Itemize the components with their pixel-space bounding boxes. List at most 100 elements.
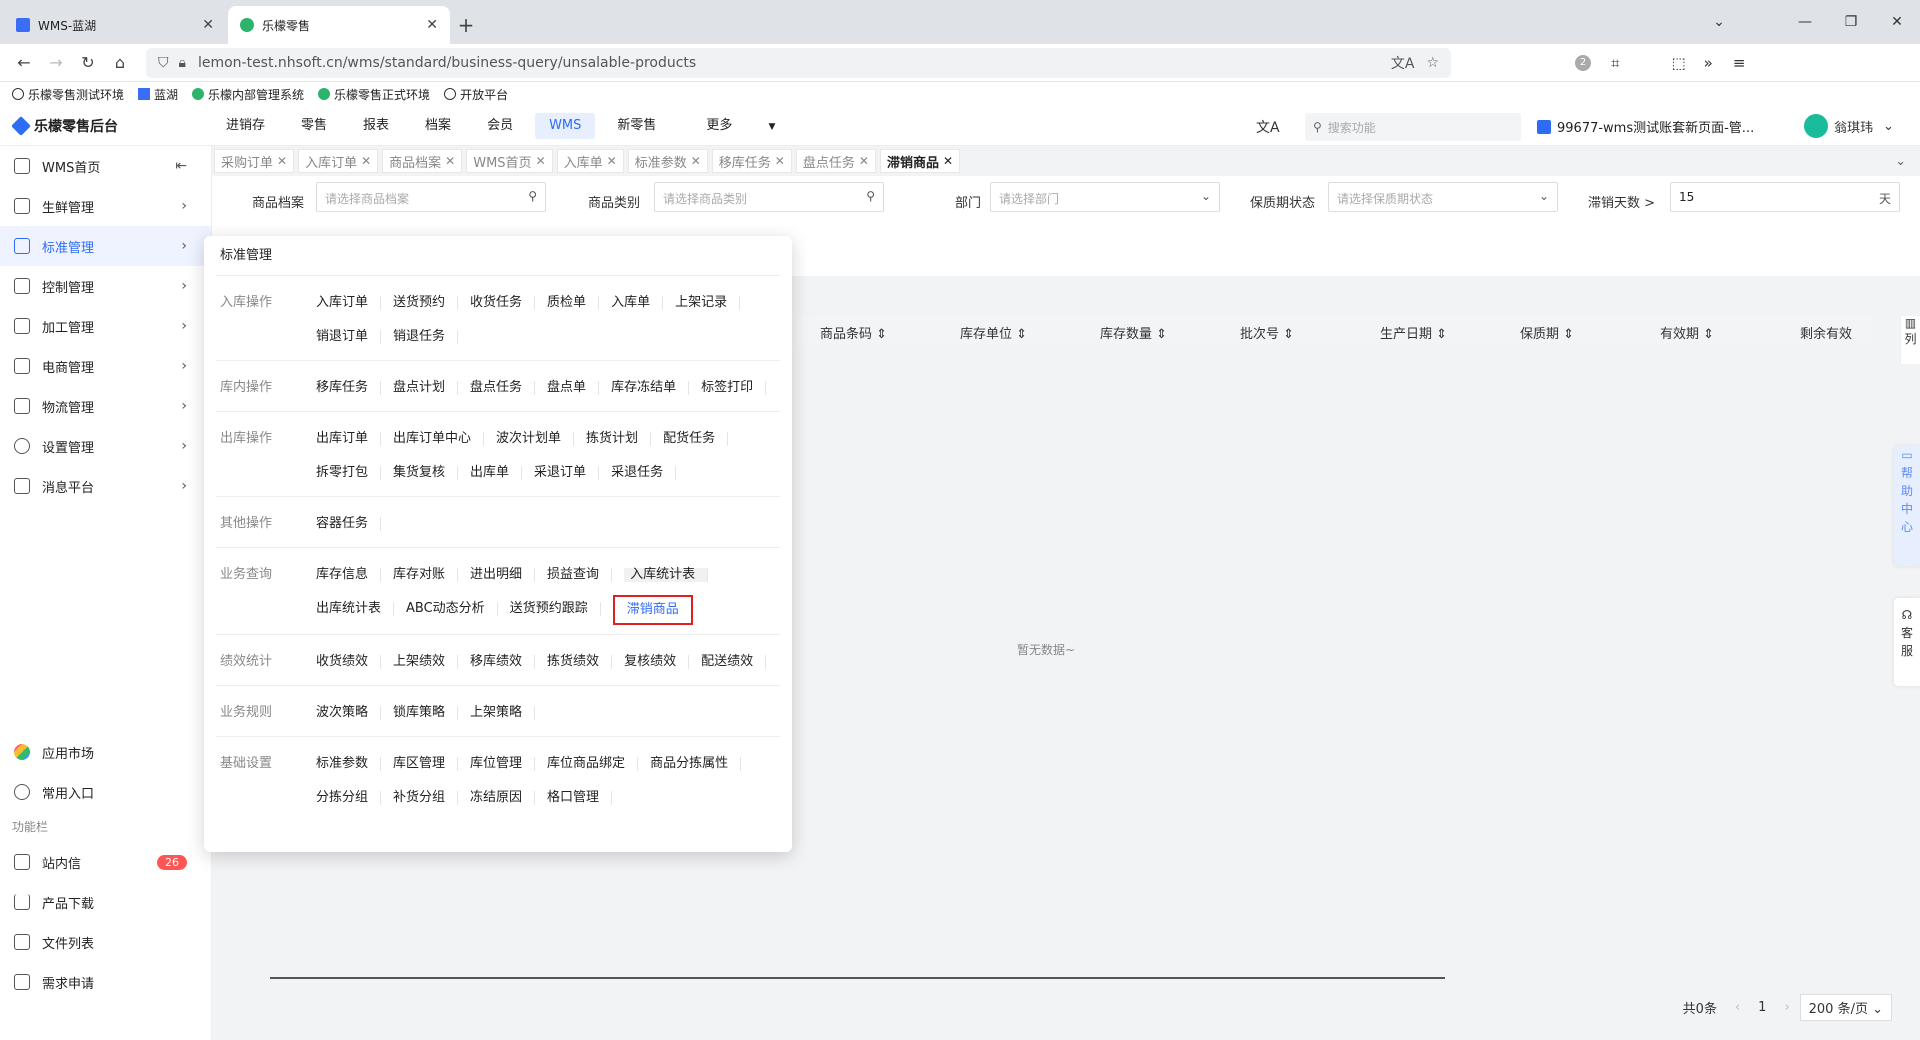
close-icon[interactable]: ✕ (536, 154, 546, 168)
menu-link[interactable]: 集货复核 (393, 466, 459, 480)
restore-icon[interactable]: ❐ (1828, 0, 1874, 44)
sidebar-item-favorites[interactable]: 常用入口 (0, 772, 211, 812)
page-tab[interactable]: 标准参数 ✕ (627, 149, 708, 173)
column-header[interactable]: 有效期 ⇕ (1660, 323, 1714, 342)
sidebar-item-process[interactable]: 加工管理 › (0, 306, 211, 346)
menu-link[interactable]: 格口管理 (547, 791, 613, 805)
menu-link[interactable]: 出库订单 (316, 432, 382, 446)
bookmark-item[interactable]: 乐檬零售正式环境 (318, 86, 430, 103)
page-tab[interactable]: 采购订单 ✕ (214, 149, 295, 173)
browser-menu-icon[interactable]: ≡ (1733, 54, 1746, 72)
close-icon[interactable]: ✕ (361, 154, 371, 168)
menu-link[interactable]: 复核绩效 (624, 655, 690, 669)
minimize-icon[interactable]: — (1782, 0, 1828, 44)
close-icon[interactable]: ✕ (607, 154, 617, 168)
menu-link[interactable]: 送货预约跟踪 (510, 602, 601, 616)
page-tab[interactable]: 入库单 ✕ (556, 149, 624, 173)
menu-link[interactable]: 收货任务 (470, 296, 536, 310)
sidebar-item-fresh[interactable]: 生鲜管理 › (0, 186, 211, 226)
close-icon[interactable]: ✕ (277, 154, 287, 168)
close-icon[interactable]: ✕ (775, 154, 785, 168)
menu-link[interactable]: ABC动态分析 (406, 602, 498, 616)
menu-link[interactable]: 收货绩效 (316, 655, 382, 669)
menu-link[interactable]: 库存信息 (316, 568, 382, 582)
menu-link[interactable]: 送货预约 (393, 296, 459, 310)
menu-link[interactable]: 销退任务 (393, 330, 459, 344)
menu-link[interactable]: 损益查询 (547, 568, 613, 582)
menu-link[interactable]: 采退订单 (534, 466, 600, 480)
menu-link[interactable]: 波次计划单 (496, 432, 575, 446)
column-settings-button[interactable]: ▥ 列 (1900, 316, 1920, 364)
forward-icon[interactable]: → (40, 47, 72, 79)
sidebar-item-wms-home[interactable]: WMS首页 ⇤ (0, 146, 211, 186)
sidebar-item-download[interactable]: 产品下载 (0, 882, 211, 922)
menu-link[interactable]: 盘点任务 (470, 381, 536, 395)
extensions-icon[interactable]: ⬚ (1671, 54, 1685, 72)
menu-link[interactable]: 库存冻结单 (611, 381, 690, 395)
next-page-icon[interactable]: › (1784, 1000, 1789, 1015)
topnav-item[interactable]: 报表 (349, 113, 403, 139)
sidebar-item-settings[interactable]: 设置管理 › (0, 426, 211, 466)
column-header[interactable]: 剩余有效 (1800, 323, 1852, 342)
menu-link[interactable]: 移库任务 (316, 381, 382, 395)
search-input[interactable]: ⚲ 搜索功能 (1305, 113, 1521, 141)
menu-link[interactable]: 上架策略 (470, 706, 536, 720)
browser-tab-wms-lanhu[interactable]: WMS-蓝湖 ✕ (4, 6, 226, 44)
sidebar-item-requests[interactable]: 需求申请 (0, 962, 211, 1002)
menu-link[interactable]: 上架记录 (675, 296, 741, 310)
menu-link[interactable]: 拣货绩效 (547, 655, 613, 669)
menu-link[interactable]: 补货分组 (393, 791, 459, 805)
crop-icon[interactable]: ⌗ (1611, 54, 1619, 72)
sidebar-item-message[interactable]: 消息平台 › (0, 466, 211, 506)
menu-link[interactable]: 拆零打包 (316, 466, 382, 480)
page-tab[interactable]: 移库任务 ✕ (711, 149, 792, 173)
menu-link[interactable]: 标签打印 (701, 381, 767, 395)
reload-icon[interactable]: ↻ (72, 47, 104, 79)
bookmark-star-icon[interactable]: ☆ (1426, 55, 1439, 71)
menu-link[interactable]: 采退任务 (611, 466, 677, 480)
column-header[interactable]: 生产日期 ⇕ (1380, 323, 1447, 342)
extension-badge[interactable]: 2 (1575, 54, 1591, 71)
topnav-item[interactable]: 进销存 (212, 113, 279, 139)
page-size-select[interactable]: 200 条/页 ⌄ (1799, 994, 1892, 1021)
menu-link[interactable]: 出库订单中心 (393, 432, 485, 446)
menu-link[interactable]: 进出明细 (470, 568, 536, 582)
menu-link[interactable]: 出库统计表 (316, 602, 395, 616)
menu-link[interactable]: 配货任务 (663, 432, 729, 446)
window-close-icon[interactable]: ✕ (1874, 0, 1920, 44)
column-header[interactable]: 商品条码 ⇕ (820, 323, 887, 342)
menu-link[interactable]: 冻结原因 (470, 791, 536, 805)
close-icon[interactable]: ✕ (445, 154, 455, 168)
more-tools-icon[interactable]: » (1704, 54, 1713, 72)
tabs-dropdown-icon[interactable]: ⌄ (1895, 154, 1906, 169)
column-header[interactable]: 保质期 ⇕ (1520, 323, 1574, 342)
prev-page-icon[interactable]: ‹ (1735, 1000, 1740, 1015)
column-header[interactable]: 库存数量 ⇕ (1100, 323, 1167, 342)
tab-list-chevron-icon[interactable]: ⌄ (1696, 0, 1742, 44)
sidebar-item-files[interactable]: 文件列表 (0, 922, 211, 962)
menu-link[interactable]: 盘点计划 (393, 381, 459, 395)
url-field[interactable]: ⛉ 🔒︎ lemon-test.nhsoft.cn/wms/standard/b… (146, 47, 1451, 78)
menu-link[interactable]: 标准参数 (316, 757, 382, 771)
menu-link[interactable]: 锁库策略 (393, 706, 459, 720)
menu-link[interactable]: 移库绩效 (470, 655, 536, 669)
customer-service-button[interactable]: ☊ 客 服 (1894, 598, 1920, 686)
sidebar-item-ecommerce[interactable]: 电商管理 › (0, 346, 211, 386)
goods-select[interactable]: 请选择商品档案 ⚲ (316, 182, 546, 212)
sidebar-item-app-market[interactable]: 应用市场 (0, 732, 211, 772)
collapse-sidebar-icon[interactable]: ⇤ (175, 158, 187, 174)
menu-link[interactable]: 出库单 (470, 466, 523, 480)
bookmark-item[interactable]: 蓝湖 (138, 86, 178, 103)
horizontal-scrollbar[interactable] (270, 977, 1445, 979)
menu-link[interactable]: 入库订单 (316, 296, 382, 310)
page-tab[interactable]: 商品档案 ✕ (382, 149, 463, 173)
translate-icon[interactable]: 文A (1391, 53, 1415, 73)
sidebar-item-logistics[interactable]: 物流管理 › (0, 386, 211, 426)
menu-link[interactable]: 质检单 (547, 296, 600, 310)
unsalable-days-input[interactable]: 15 天 (1670, 182, 1900, 212)
user-menu[interactable]: 翁琪玮 ⌄ (1804, 114, 1894, 138)
bookmark-item[interactable]: 开放平台 (444, 86, 508, 103)
menu-link[interactable]: 入库统计表 (624, 568, 709, 582)
language-icon[interactable]: 文A (1256, 117, 1280, 137)
sidebar-item-control[interactable]: 控制管理 › (0, 266, 211, 306)
